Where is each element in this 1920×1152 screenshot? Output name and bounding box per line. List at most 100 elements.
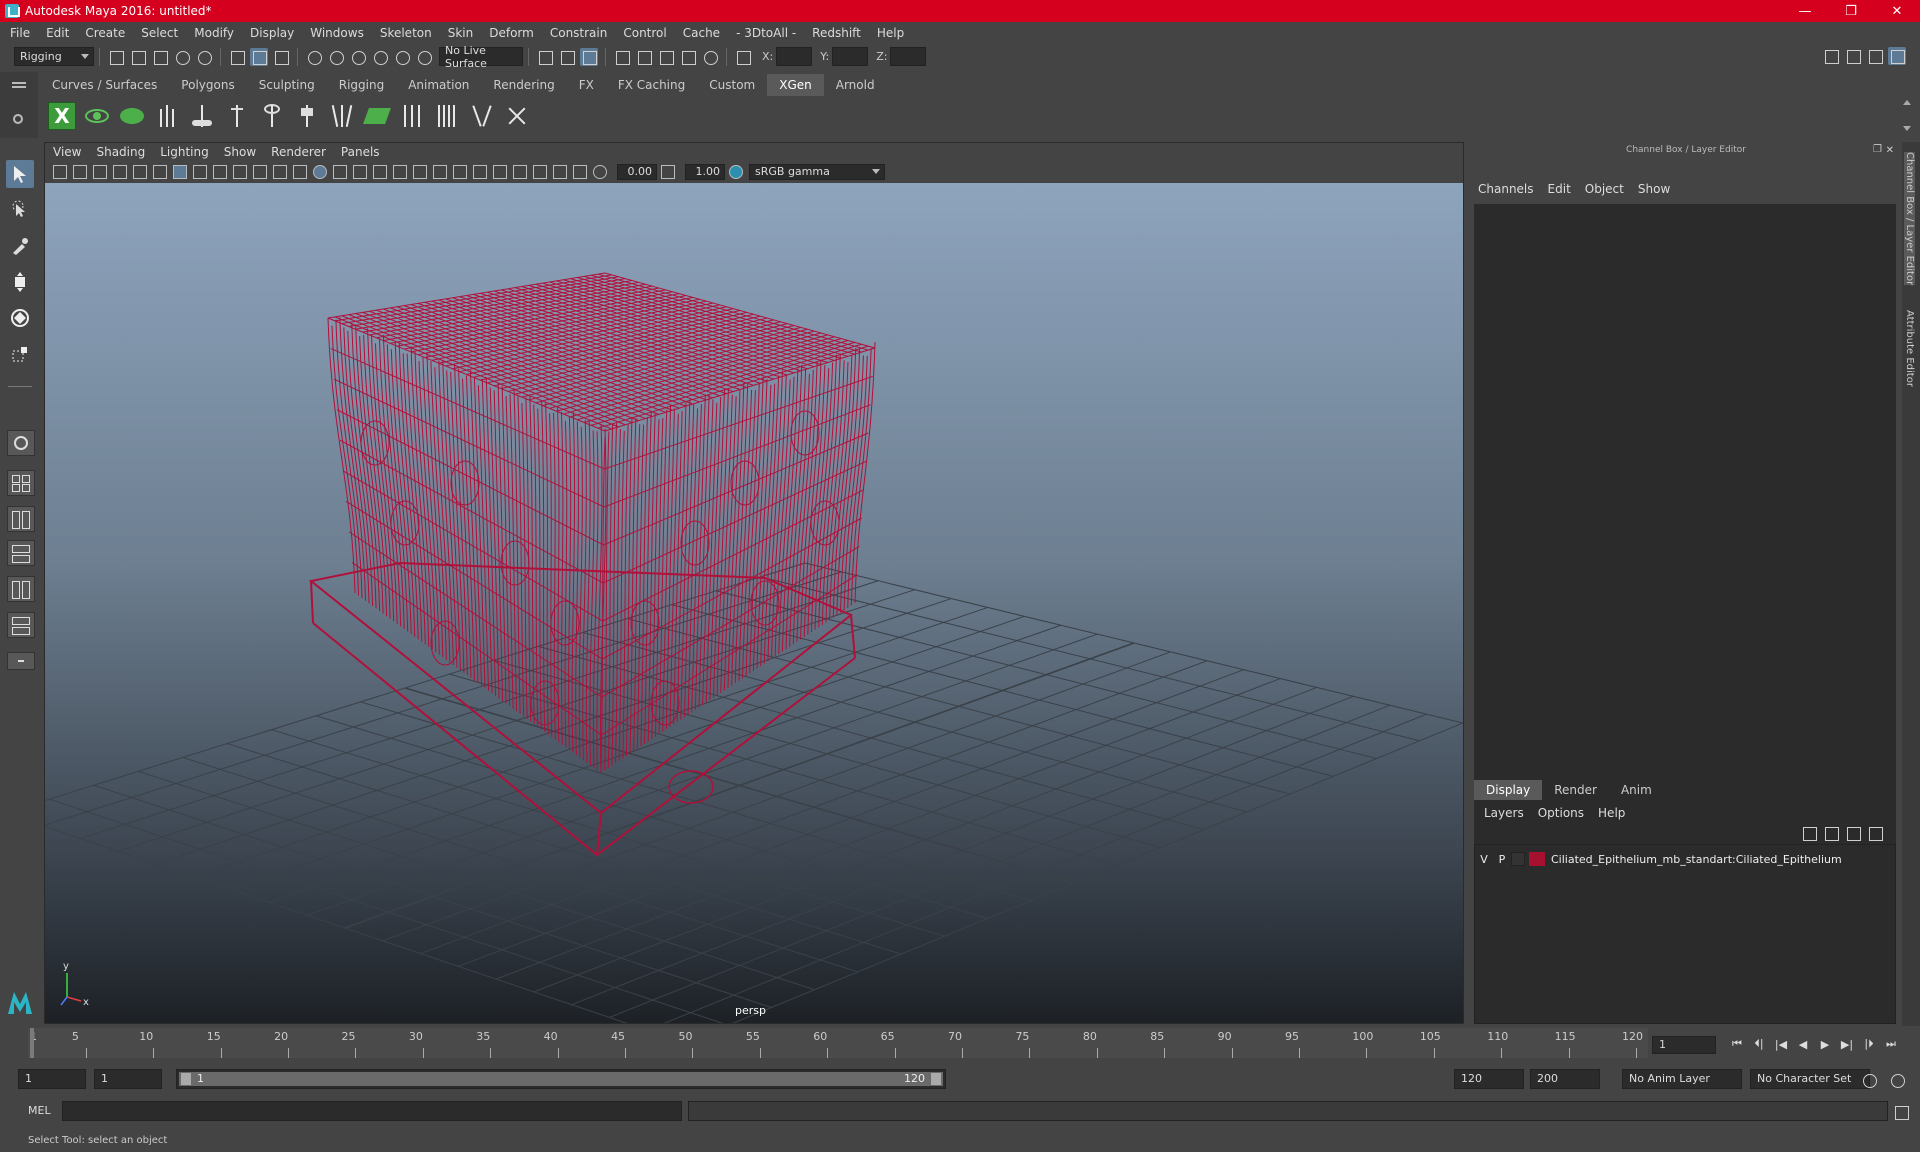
- step-back-frame-icon[interactable]: |◀: [1770, 1034, 1792, 1054]
- go-to-start-icon[interactable]: ⏮: [1726, 1034, 1748, 1054]
- image-plane-icon[interactable]: [113, 165, 127, 179]
- layer-row[interactable]: V P Ciliated_Epithelium_mb_standart:Cili…: [1475, 851, 1895, 867]
- scale-tool-icon[interactable]: [6, 340, 34, 368]
- shelf-tab-fx-caching[interactable]: FX Caching: [606, 74, 697, 96]
- move-layer-down-icon[interactable]: [1822, 824, 1840, 842]
- new-scene-icon[interactable]: [107, 48, 125, 66]
- shelf-tab-custom[interactable]: Custom: [697, 74, 767, 96]
- layer-tab-render[interactable]: Render: [1542, 780, 1609, 800]
- channel-box-menu-channels[interactable]: Channels: [1478, 182, 1534, 196]
- field-chart-icon[interactable]: [253, 165, 267, 179]
- time-slider[interactable]: 1510152025303540455055606570758085909510…: [24, 1028, 1648, 1058]
- safe-action-icon[interactable]: [273, 165, 287, 179]
- menu-windows[interactable]: Windows: [310, 26, 364, 40]
- go-to-end-icon[interactable]: ⏭: [1880, 1034, 1902, 1054]
- paint-select-tool-icon[interactable]: [6, 232, 34, 260]
- menu-control[interactable]: Control: [623, 26, 666, 40]
- menu-select[interactable]: Select: [141, 26, 178, 40]
- open-scene-icon[interactable]: [129, 48, 147, 66]
- hypershade-persp-layout-icon[interactable]: [7, 576, 35, 602]
- maximize-button[interactable]: ❐: [1828, 0, 1874, 22]
- float-panel-icon[interactable]: ❐: [1873, 144, 1882, 155]
- xgen-add-guide-icon[interactable]: [188, 102, 216, 130]
- xgen-guide-visibility-icon[interactable]: [258, 102, 286, 130]
- xgen-delete-icon[interactable]: [503, 102, 531, 130]
- menu-3dtoall[interactable]: - 3DtoAll -: [736, 26, 796, 40]
- layer-tab-anim[interactable]: Anim: [1609, 780, 1664, 800]
- snap-point-icon[interactable]: [349, 48, 367, 66]
- layer-display-type-toggle[interactable]: [1511, 852, 1525, 866]
- channel-box-area[interactable]: [1474, 204, 1896, 910]
- current-time-marker[interactable]: [30, 1028, 34, 1058]
- attribute-editor-toggle-icon[interactable]: [1844, 47, 1862, 65]
- layer-visibility-toggle[interactable]: V: [1475, 853, 1493, 866]
- character-set-dropdown[interactable]: No Character Set: [1750, 1069, 1870, 1089]
- menu-display[interactable]: Display: [250, 26, 294, 40]
- save-scene-icon[interactable]: [151, 48, 169, 66]
- channel-box-menu-object[interactable]: Object: [1585, 182, 1624, 196]
- outliner-persp-layout-icon[interactable]: [7, 506, 35, 532]
- rotate-tool-icon[interactable]: [6, 304, 34, 332]
- new-layer-from-selection-icon[interactable]: [1866, 824, 1884, 842]
- layer-menu-options[interactable]: Options: [1538, 806, 1584, 820]
- smooth-shade-icon[interactable]: [333, 165, 347, 179]
- snap-curve-icon[interactable]: [327, 48, 345, 66]
- xgen-groom-brush-icon[interactable]: [328, 102, 356, 130]
- channel-box-menu-show[interactable]: Show: [1638, 182, 1670, 196]
- time-slider-track[interactable]: 1510152025303540455055606570758085909510…: [28, 1028, 1648, 1058]
- use-all-lights-icon[interactable]: [393, 165, 407, 179]
- auto-key-icon[interactable]: [1860, 1071, 1878, 1089]
- ipr-render-icon[interactable]: [657, 48, 675, 66]
- layer-menu-help[interactable]: Help: [1598, 806, 1625, 820]
- channel-box-toggle-icon[interactable]: [1888, 47, 1906, 65]
- layer-playback-toggle[interactable]: P: [1493, 853, 1511, 866]
- four-view-layout-icon[interactable]: [7, 470, 35, 496]
- wireframe-shading-icon[interactable]: [313, 165, 327, 179]
- animation-start-field[interactable]: 1: [18, 1069, 86, 1089]
- viewport-menu-shading[interactable]: Shading: [96, 145, 145, 159]
- menu-deform[interactable]: Deform: [489, 26, 534, 40]
- select-objects-icon[interactable]: [250, 47, 268, 66]
- construction-history-icon[interactable]: [580, 47, 598, 66]
- select-tool-icon[interactable]: [6, 160, 34, 188]
- input-ops-icon[interactable]: [536, 48, 554, 66]
- persp-outliner-layout-icon[interactable]: [7, 612, 35, 638]
- hypershade-icon[interactable]: [701, 48, 719, 66]
- shadows-icon[interactable]: [413, 165, 427, 179]
- history-icon[interactable]: [415, 48, 433, 66]
- render-view-icon[interactable]: [613, 48, 631, 66]
- play-backwards-icon[interactable]: ◀: [1792, 1034, 1814, 1054]
- shelf-tab-rigging[interactable]: Rigging: [327, 74, 396, 96]
- layer-color-swatch[interactable]: [1529, 852, 1545, 866]
- render-settings-icon[interactable]: [679, 48, 697, 66]
- snap-view-plane-icon[interactable]: [371, 48, 389, 66]
- resolution-gate-icon[interactable]: [213, 165, 227, 179]
- shelf-tab-polygons[interactable]: Polygons: [169, 74, 246, 96]
- gate-mask-icon[interactable]: [233, 165, 247, 179]
- tab-channel-box-layer-editor[interactable]: Channel Box / Layer Editor: [1904, 152, 1915, 286]
- gamma-icon[interactable]: [661, 165, 675, 179]
- animation-end-field[interactable]: 200: [1530, 1069, 1600, 1089]
- menu-help[interactable]: Help: [877, 26, 904, 40]
- select-camera-icon[interactable]: [53, 165, 67, 179]
- tab-attribute-editor[interactable]: Attribute Editor: [1904, 310, 1915, 387]
- persp-graph-layout-icon[interactable]: [7, 540, 35, 566]
- step-forward-key-icon[interactable]: |⏵: [1858, 1034, 1880, 1054]
- isolate-select-icon[interactable]: [513, 165, 527, 179]
- color-management-icon[interactable]: [729, 165, 743, 179]
- menu-edit[interactable]: Edit: [46, 26, 69, 40]
- xray-joints-icon[interactable]: [553, 165, 567, 179]
- play-forwards-icon[interactable]: ▶: [1814, 1034, 1836, 1054]
- anim-layer-dropdown[interactable]: No Anim Layer: [1622, 1069, 1742, 1089]
- menu-cache[interactable]: Cache: [683, 26, 720, 40]
- 2d-pan-zoom-icon[interactable]: [133, 165, 147, 179]
- xgen-editor-icon[interactable]: X: [48, 102, 76, 130]
- close-button[interactable]: ✕: [1874, 0, 1920, 22]
- shelf-tab-sculpting[interactable]: Sculpting: [247, 74, 327, 96]
- layer-tab-display[interactable]: Display: [1474, 780, 1543, 800]
- wireframe-on-shaded-icon[interactable]: [353, 165, 367, 179]
- make-live-icon[interactable]: [393, 48, 411, 66]
- menu-skeleton[interactable]: Skeleton: [380, 26, 432, 40]
- move-tool-icon[interactable]: [6, 268, 34, 296]
- y-coord-field[interactable]: [832, 47, 869, 66]
